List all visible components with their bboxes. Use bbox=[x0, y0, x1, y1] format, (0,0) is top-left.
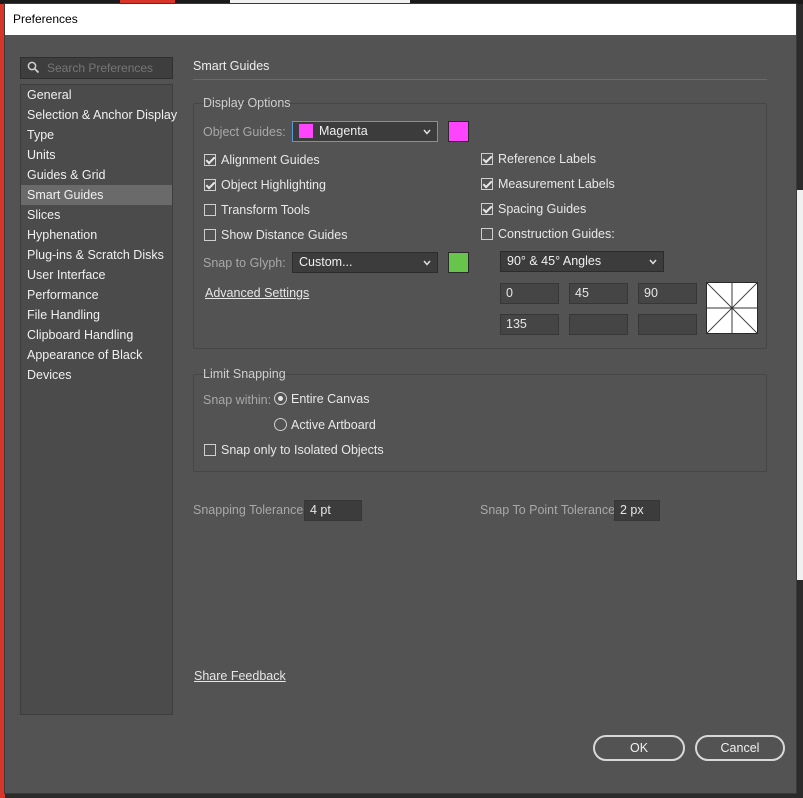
sidebar-item-performance[interactable]: Performance bbox=[21, 285, 172, 305]
sidebar: General Selection & Anchor Display Type … bbox=[20, 84, 177, 715]
search-icon bbox=[27, 61, 40, 74]
alignment-guides-label: Alignment Guides bbox=[221, 153, 320, 167]
object-guides-dropdown[interactable]: Magenta bbox=[292, 121, 438, 142]
construction-guides-checkbox[interactable] bbox=[481, 228, 493, 240]
alignment-guides-checkbox[interactable] bbox=[204, 154, 216, 166]
active-artboard-label: Active Artboard bbox=[291, 418, 376, 432]
sidebar-item-slices[interactable]: Slices bbox=[21, 205, 172, 225]
angle-field-1[interactable]: 0 bbox=[500, 283, 559, 304]
display-options-title: Display Options bbox=[203, 96, 291, 110]
divider bbox=[193, 79, 767, 80]
construction-angles-value: 90° & 45° Angles bbox=[507, 254, 602, 268]
transform-tools-checkbox[interactable] bbox=[204, 204, 216, 216]
object-highlighting-label: Object Highlighting bbox=[221, 178, 326, 192]
active-artboard-radio[interactable] bbox=[274, 418, 287, 431]
snapping-tolerance-label: Snapping Tolerance: bbox=[193, 503, 307, 517]
display-options-group bbox=[193, 103, 767, 349]
preferences-dialog: Preferences General Selection & Anchor D… bbox=[4, 3, 797, 794]
snap-isolated-objects-checkbox[interactable] bbox=[204, 444, 216, 456]
window-title: Preferences bbox=[5, 4, 796, 35]
snap-to-glyph-value: Custom... bbox=[299, 255, 353, 269]
angle-field-5[interactable] bbox=[569, 314, 628, 335]
reference-labels-checkbox[interactable] bbox=[481, 153, 493, 165]
snap-to-glyph-dropdown[interactable]: Custom... bbox=[292, 252, 438, 273]
chevron-down-icon bbox=[423, 260, 431, 266]
magenta-color-chip bbox=[299, 124, 313, 138]
sidebar-item-guides-grid[interactable]: Guides & Grid bbox=[21, 165, 172, 185]
limit-snapping-title: Limit Snapping bbox=[203, 367, 286, 381]
snap-isolated-objects-label: Snap only to Isolated Objects bbox=[221, 443, 384, 457]
sidebar-item-smart-guides[interactable]: Smart Guides bbox=[21, 185, 172, 205]
sidebar-item-hyphenation[interactable]: Hyphenation bbox=[21, 225, 172, 245]
search-box[interactable] bbox=[20, 57, 173, 79]
measurement-labels-checkbox[interactable] bbox=[481, 178, 493, 190]
sidebar-item-units[interactable]: Units bbox=[21, 145, 172, 165]
object-guides-color-swatch[interactable] bbox=[448, 121, 469, 142]
angle-field-4[interactable]: 135 bbox=[500, 314, 559, 335]
search-input[interactable] bbox=[47, 60, 169, 76]
ok-button[interactable]: OK bbox=[593, 735, 685, 761]
entire-canvas-label: Entire Canvas bbox=[291, 392, 370, 406]
sidebar-item-clipboard-handling[interactable]: Clipboard Handling bbox=[21, 325, 172, 345]
object-guides-value: Magenta bbox=[319, 124, 368, 138]
share-feedback-link[interactable]: Share Feedback bbox=[194, 669, 286, 683]
sidebar-item-appearance-of-black[interactable]: Appearance of Black bbox=[21, 345, 172, 365]
page-title: Smart Guides bbox=[193, 59, 270, 73]
angle-field-6[interactable] bbox=[638, 314, 697, 335]
snap-to-point-tolerance-label: Snap To Point Tolerance: bbox=[480, 503, 619, 517]
show-distance-guides-checkbox[interactable] bbox=[204, 229, 216, 241]
object-guides-label: Object Guides: bbox=[203, 125, 286, 139]
sidebar-item-selection-anchor-display[interactable]: Selection & Anchor Display bbox=[21, 105, 177, 125]
angle-field-2[interactable]: 45 bbox=[569, 283, 628, 304]
angles-preview-icon bbox=[706, 282, 758, 334]
snap-to-glyph-color-swatch[interactable] bbox=[448, 252, 469, 273]
snap-within-label: Snap within: bbox=[203, 393, 272, 407]
chevron-down-icon bbox=[649, 259, 657, 265]
sidebar-item-plugins-scratch-disks[interactable]: Plug-ins & Scratch Disks bbox=[21, 245, 172, 265]
chevron-down-icon bbox=[423, 129, 431, 135]
background-app-edge-right bbox=[797, 190, 803, 580]
show-distance-guides-label: Show Distance Guides bbox=[221, 228, 348, 242]
advanced-settings-link[interactable]: Advanced Settings bbox=[205, 286, 309, 300]
sidebar-item-general[interactable]: General bbox=[21, 85, 172, 105]
angle-field-3[interactable]: 90 bbox=[638, 283, 697, 304]
measurement-labels-label: Measurement Labels bbox=[498, 177, 615, 191]
sidebar-item-file-handling[interactable]: File Handling bbox=[21, 305, 172, 325]
sidebar-item-user-interface[interactable]: User Interface bbox=[21, 265, 172, 285]
snapping-tolerance-field[interactable]: 4 pt bbox=[304, 500, 362, 521]
snap-to-point-tolerance-field[interactable]: 2 px bbox=[614, 500, 660, 521]
construction-angles-dropdown[interactable]: 90° & 45° Angles bbox=[500, 251, 664, 272]
object-highlighting-checkbox[interactable] bbox=[204, 179, 216, 191]
sidebar-item-devices[interactable]: Devices bbox=[21, 365, 172, 385]
cancel-button[interactable]: Cancel bbox=[695, 735, 785, 761]
spacing-guides-checkbox[interactable] bbox=[481, 203, 493, 215]
entire-canvas-radio[interactable] bbox=[274, 392, 287, 405]
construction-guides-label: Construction Guides: bbox=[498, 227, 615, 241]
snap-to-glyph-label: Snap to Glyph: bbox=[203, 256, 286, 270]
transform-tools-label: Transform Tools bbox=[221, 203, 310, 217]
reference-labels-label: Reference Labels bbox=[498, 152, 596, 166]
spacing-guides-label: Spacing Guides bbox=[498, 202, 587, 216]
sidebar-item-type[interactable]: Type bbox=[21, 125, 172, 145]
